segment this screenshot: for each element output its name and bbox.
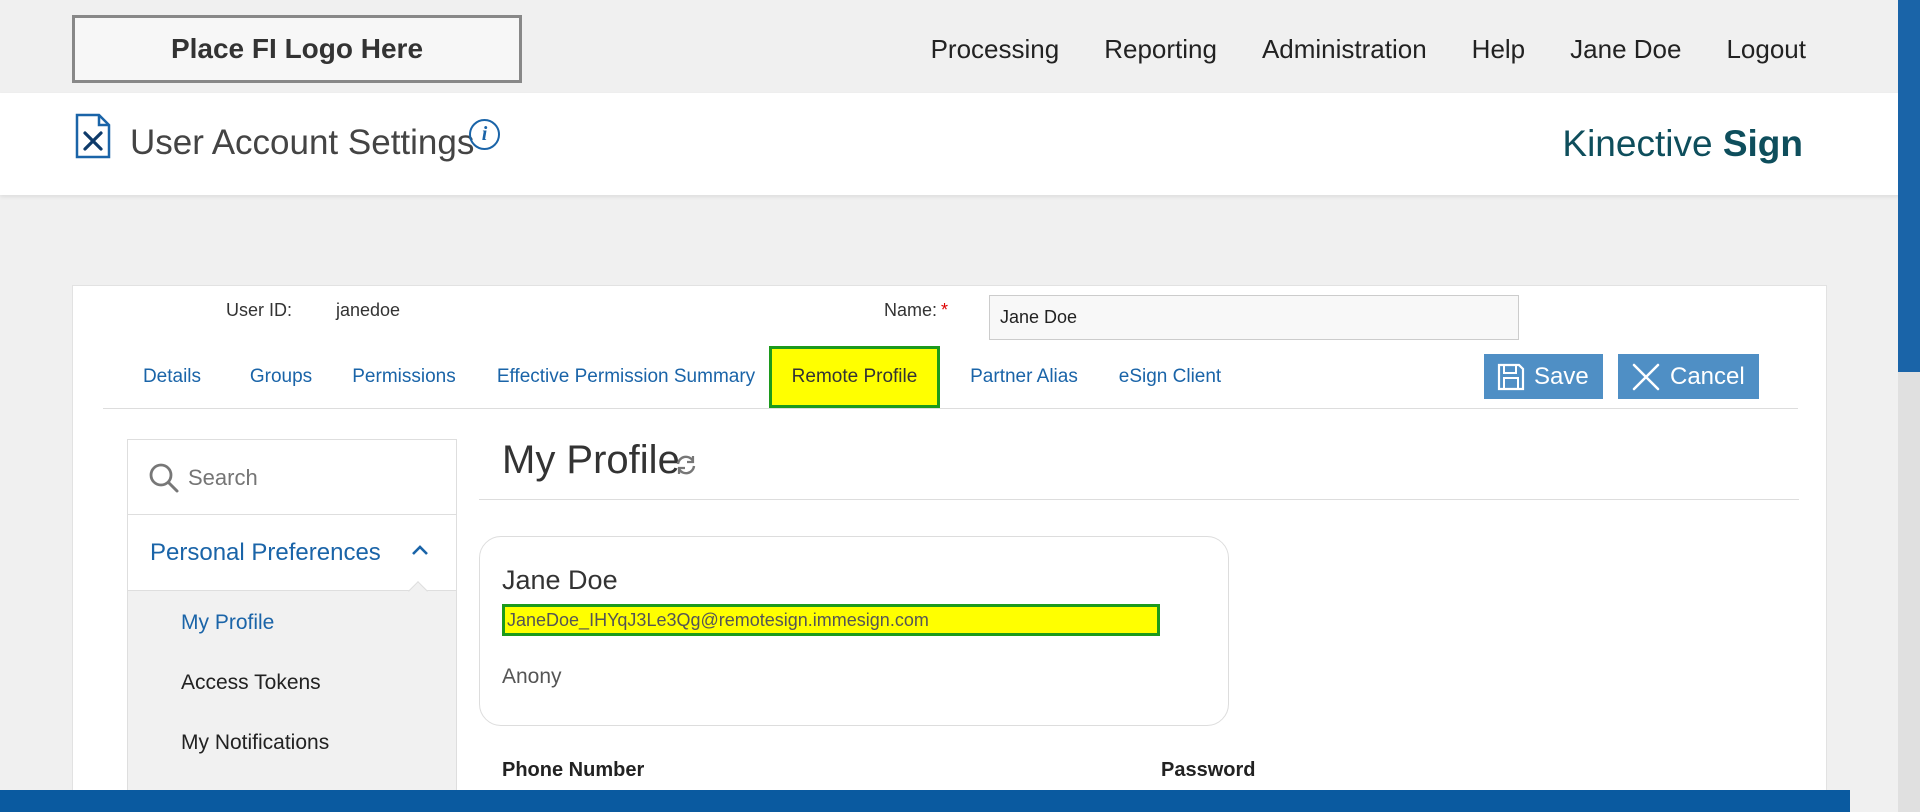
page-title: User Account Settings <box>130 123 475 162</box>
nav-processing[interactable]: Processing <box>931 34 1060 65</box>
tab-esign-client[interactable]: eSign Client <box>1106 346 1234 408</box>
sidebar-search <box>128 440 456 515</box>
info-icon[interactable]: i <box>469 119 500 150</box>
brand-bold: Sign <box>1722 123 1803 164</box>
search-icon <box>149 463 179 493</box>
profile-subtitle: Anony <box>502 665 562 688</box>
preferences-sidebar: Personal Preferences My Profile Access T… <box>127 439 457 812</box>
tab-effective-permission-summary[interactable]: Effective Permission Summary <box>481 346 771 408</box>
horizontal-scrollbar[interactable] <box>0 790 1850 812</box>
close-x-icon <box>1632 363 1660 390</box>
profile-card: Jane Doe JaneDoe_IHYqJ3Le3Qg@remotesign.… <box>479 536 1229 726</box>
settings-card: User ID: janedoe Name:* Details Groups P… <box>72 285 1827 812</box>
save-disk-icon <box>1497 363 1525 390</box>
profile-name: Jane Doe <box>502 565 618 595</box>
sidebar-section-personal-preferences[interactable]: Personal Preferences <box>128 515 456 591</box>
main-nav: Processing Reporting Administration Help… <box>931 34 1806 65</box>
profile-email: JaneDoe_IHYqJ3Le3Qg@remotesign.immesign.… <box>502 604 1160 636</box>
nav-help[interactable]: Help <box>1472 34 1525 65</box>
sidebar-section-label: Personal Preferences <box>150 539 381 566</box>
logo-text: Place FI Logo Here <box>170 33 424 64</box>
nav-reporting[interactable]: Reporting <box>1104 34 1217 65</box>
document-wrench-icon <box>75 113 111 159</box>
phone-number-label: Phone Number <box>502 759 645 781</box>
password-label: Password <box>1161 759 1256 781</box>
tab-remote-profile[interactable]: Remote Profile <box>769 346 940 408</box>
vertical-scrollbar-thumb[interactable] <box>1898 0 1920 372</box>
top-navigation-bar: Place FI Logo Here Processing Reporting … <box>0 0 1920 93</box>
logo-placeholder: Place FI Logo Here <box>72 15 522 83</box>
required-marker: * <box>941 300 949 320</box>
divider <box>479 499 1799 500</box>
cancel-button-label: Cancel <box>1670 362 1745 390</box>
sidebar-item-my-profile[interactable]: My Profile <box>181 611 274 635</box>
page-header: User Account Settings i Kinective Sign <box>0 93 1900 195</box>
chevron-up-icon <box>412 545 428 555</box>
tab-partner-alias[interactable]: Partner Alias <box>956 346 1092 408</box>
brand-logo: Kinective Sign <box>1562 123 1803 165</box>
settings-tabs: Details Groups Permissions Effective Per… <box>103 346 1798 409</box>
tab-permissions[interactable]: Permissions <box>339 346 469 408</box>
save-button[interactable]: Save <box>1484 354 1603 399</box>
sidebar-item-my-notifications[interactable]: My Notifications <box>181 731 329 755</box>
refresh-icon[interactable] <box>674 453 698 477</box>
name-label: Name: * <box>884 300 948 321</box>
brand-light: Kinective <box>1562 123 1713 164</box>
search-input[interactable] <box>188 460 438 496</box>
name-label-text: Name: <box>884 300 938 320</box>
user-id-label: User ID: <box>226 300 293 320</box>
cancel-button[interactable]: Cancel <box>1618 354 1759 399</box>
tab-groups[interactable]: Groups <box>231 346 331 408</box>
name-input[interactable] <box>989 295 1519 340</box>
tab-details[interactable]: Details <box>117 346 227 408</box>
nav-administration[interactable]: Administration <box>1262 34 1427 65</box>
user-id-value: janedoe <box>336 300 401 320</box>
profile-heading: My Profile <box>502 438 680 482</box>
sidebar-item-access-tokens[interactable]: Access Tokens <box>181 671 321 695</box>
nav-logout[interactable]: Logout <box>1726 34 1806 65</box>
nav-user-name[interactable]: Jane Doe <box>1570 34 1681 65</box>
save-button-label: Save <box>1534 362 1589 390</box>
